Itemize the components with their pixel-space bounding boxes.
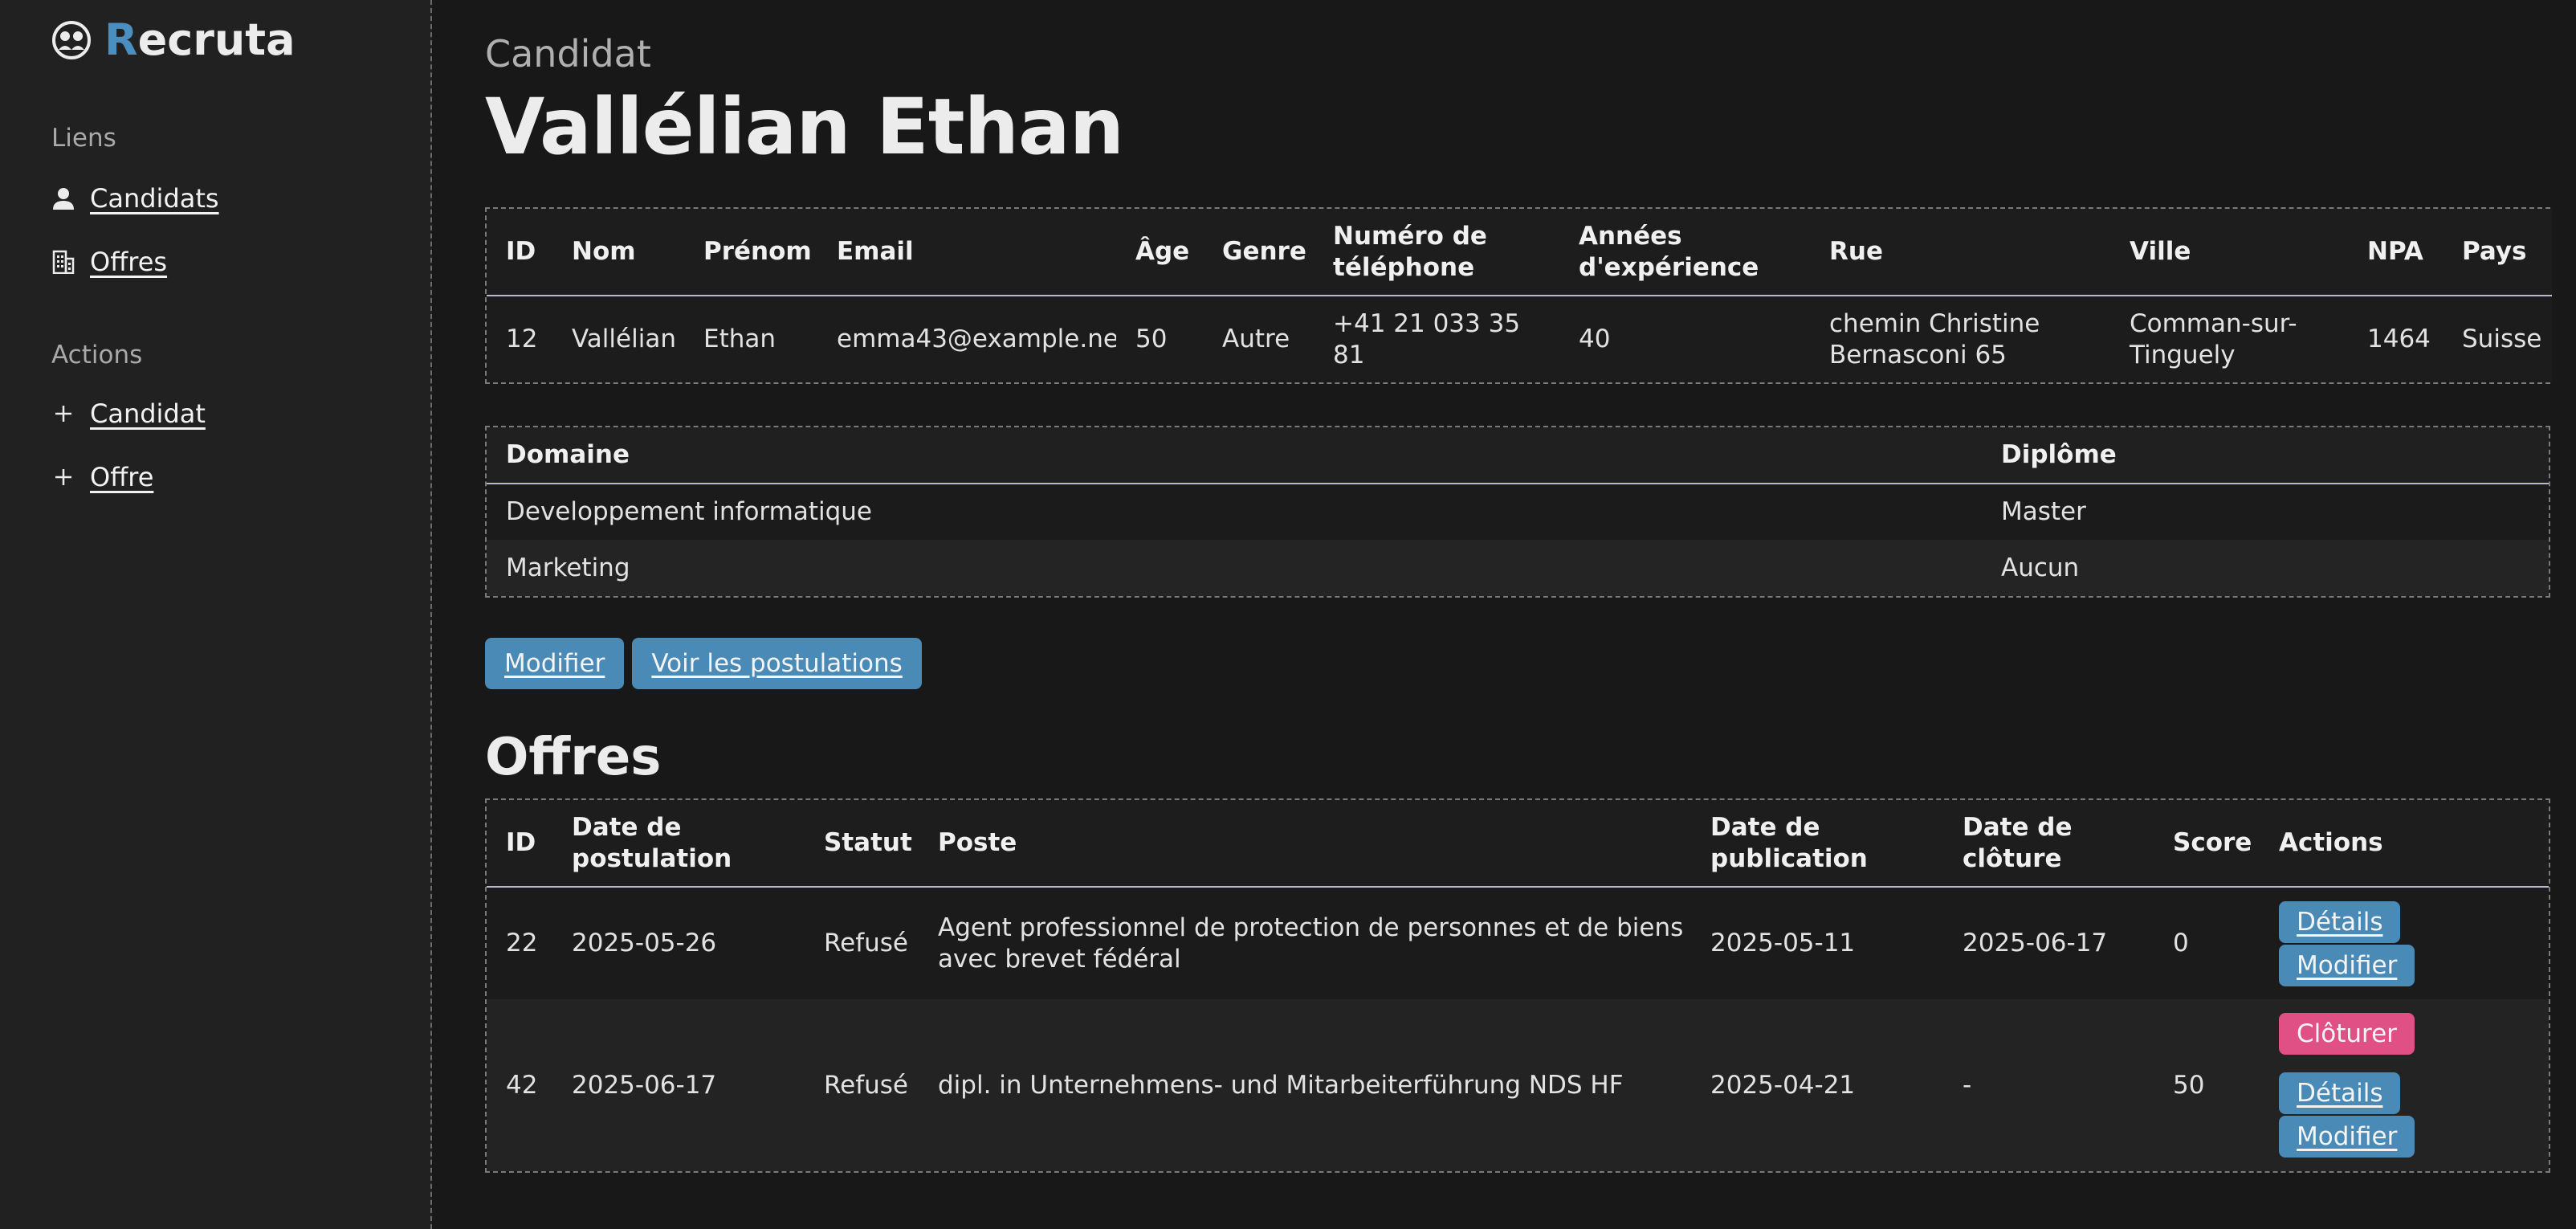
sidebar-item-label: Candidats [90, 183, 219, 214]
column-header: Années d'expérience [1579, 221, 1759, 282]
table-cell: chemin Christine Bernasconi 65 [1829, 308, 2040, 370]
sidebar-item-label: Candidat [90, 398, 206, 429]
column-header: Score [2173, 828, 2252, 857]
table-cell: 0 [2173, 929, 2189, 957]
table-row: Developpement informatique Master [487, 484, 2549, 540]
table-cell: 12 [506, 325, 538, 353]
table-cell: 50 [2173, 1070, 2205, 1100]
sidebar-item-offres[interactable]: Offres [51, 247, 167, 277]
table-cell: 42 [506, 1070, 538, 1100]
table-cell: 2025-06-17 [572, 1070, 717, 1100]
table-cell: 2025-04-21 [1710, 1070, 1856, 1100]
column-header: Statut [824, 828, 912, 857]
table-cell: 50 [1135, 325, 1168, 353]
table-header-row: ID Date de postulation Statut Poste Date… [487, 800, 2549, 887]
domain-table: Domaine Diplôme Developpement informatiq… [487, 427, 2549, 596]
column-header: Âge [1135, 237, 1190, 266]
column-header: ID [506, 828, 536, 857]
close-offer-button[interactable]: Clôturer [2279, 1013, 2415, 1055]
modify-candidate-button[interactable]: Modifier [485, 638, 625, 689]
table-row: 12 Vallélian Ethan emma43@example.net 50… [487, 296, 2552, 382]
candidate-table: ID Nom Prénom Email Âge Genre Numéro de … [487, 209, 2552, 382]
column-header: Date de publication [1710, 812, 1868, 873]
page-title: Vallélian Ethan [485, 82, 1124, 172]
domain-table-container: Domaine Diplôme Developpement informatiq… [485, 426, 2550, 598]
column-header: Date de clôture [1963, 812, 2073, 873]
table-cell: 22 [506, 929, 538, 957]
actions-section-title: Actions [51, 341, 143, 370]
logo-icon [52, 20, 91, 59]
table-cell: 2025-05-26 [572, 929, 717, 957]
sidebar-item-label: Offre [90, 462, 154, 492]
column-header: Genre [1222, 237, 1306, 266]
plus-icon [55, 469, 71, 485]
table-cell: emma43@example.net [837, 325, 1116, 353]
table-cell: 2025-06-17 [1963, 929, 2108, 957]
app-logo[interactable]: Recruta [51, 14, 296, 65]
table-cell: Marketing [506, 553, 630, 582]
table-cell: 40 [1579, 325, 1611, 353]
table-cell: Ethan [703, 325, 776, 353]
sidebar-action-new-candidat[interactable]: Candidat [51, 398, 206, 429]
table-cell: Master [2001, 497, 2086, 526]
column-header: Ville [2130, 237, 2191, 266]
table-cell: Comman-sur-Tinguely [2130, 308, 2297, 370]
column-header: Prénom [703, 237, 812, 266]
table-cell: 1464 [2367, 325, 2431, 353]
column-header: Numéro de téléphone [1333, 221, 1487, 282]
view-applications-button[interactable]: Voir les postulations [632, 638, 922, 689]
column-header: Pays [2462, 237, 2527, 266]
table-cell: Refusé [824, 1070, 909, 1100]
candidate-table-container: ID Nom Prénom Email Âge Genre Numéro de … [485, 207, 2552, 384]
sidebar: Recruta Liens Candidats Offres Actions C… [0, 0, 432, 1229]
column-header: Email [837, 237, 914, 266]
actions-cell: Détails Modifier [2260, 887, 2549, 999]
column-header: ID [506, 237, 536, 266]
building-icon [52, 250, 75, 274]
table-row: 42 2025-06-17 Refusé dipl. in Unternehme… [487, 999, 2549, 1171]
column-header: Nom [572, 237, 636, 266]
column-header: Rue [1829, 237, 1883, 266]
offers-table: ID Date de postulation Statut Poste Date… [487, 800, 2549, 1171]
table-row: Marketing Aucun [487, 540, 2549, 596]
table-row: 22 2025-05-26 Refusé Agent professionnel… [487, 887, 2549, 999]
column-header: Date de postulation [572, 812, 732, 873]
links-section-title: Liens [51, 124, 116, 153]
table-cell: - [1963, 1070, 1972, 1100]
details-button[interactable]: Détails [2279, 1072, 2401, 1114]
offers-section-title: Offres [485, 728, 662, 787]
page-subtitle: Candidat [485, 32, 651, 76]
modify-offer-button[interactable]: Modifier [2279, 1116, 2415, 1158]
table-header-row: Domaine Diplôme [487, 427, 2549, 484]
plus-icon [55, 406, 71, 422]
sidebar-action-new-offre[interactable]: Offre [51, 462, 153, 492]
column-header: Poste [938, 828, 1017, 857]
sidebar-item-candidats[interactable]: Candidats [51, 183, 219, 214]
offers-table-container: ID Date de postulation Statut Poste Date… [485, 798, 2550, 1173]
table-cell: +41 21 033 35 81 [1333, 308, 1521, 370]
sidebar-item-label: Offres [90, 247, 168, 277]
table-cell: Refusé [824, 929, 909, 957]
table-cell: Aucun [2001, 553, 2080, 582]
table-cell: Developpement informatique [506, 497, 872, 526]
user-icon [53, 188, 74, 210]
table-cell: Suisse [2462, 325, 2542, 353]
modify-offer-button[interactable]: Modifier [2279, 944, 2415, 986]
column-header: Diplôme [2001, 440, 2117, 469]
table-cell: Vallélian [572, 325, 676, 353]
table-cell: dipl. in Unternehmens- und Mitarbeiterfü… [938, 1070, 1624, 1100]
candidate-actions: Modifier Voir les postulations [485, 638, 922, 689]
column-header: Actions [2279, 828, 2383, 857]
app-name: Recruta [104, 14, 296, 65]
details-button[interactable]: Détails [2279, 900, 2401, 943]
table-cell: Agent professionnel de protection de per… [938, 913, 1684, 974]
column-header: Domaine [506, 440, 630, 469]
column-header: NPA [2367, 237, 2423, 266]
table-cell: Autre [1222, 325, 1290, 353]
table-header-row: ID Nom Prénom Email Âge Genre Numéro de … [487, 209, 2552, 296]
table-cell: 2025-05-11 [1710, 929, 1856, 957]
actions-cell: Clôturer Détails Modifier [2260, 999, 2549, 1171]
